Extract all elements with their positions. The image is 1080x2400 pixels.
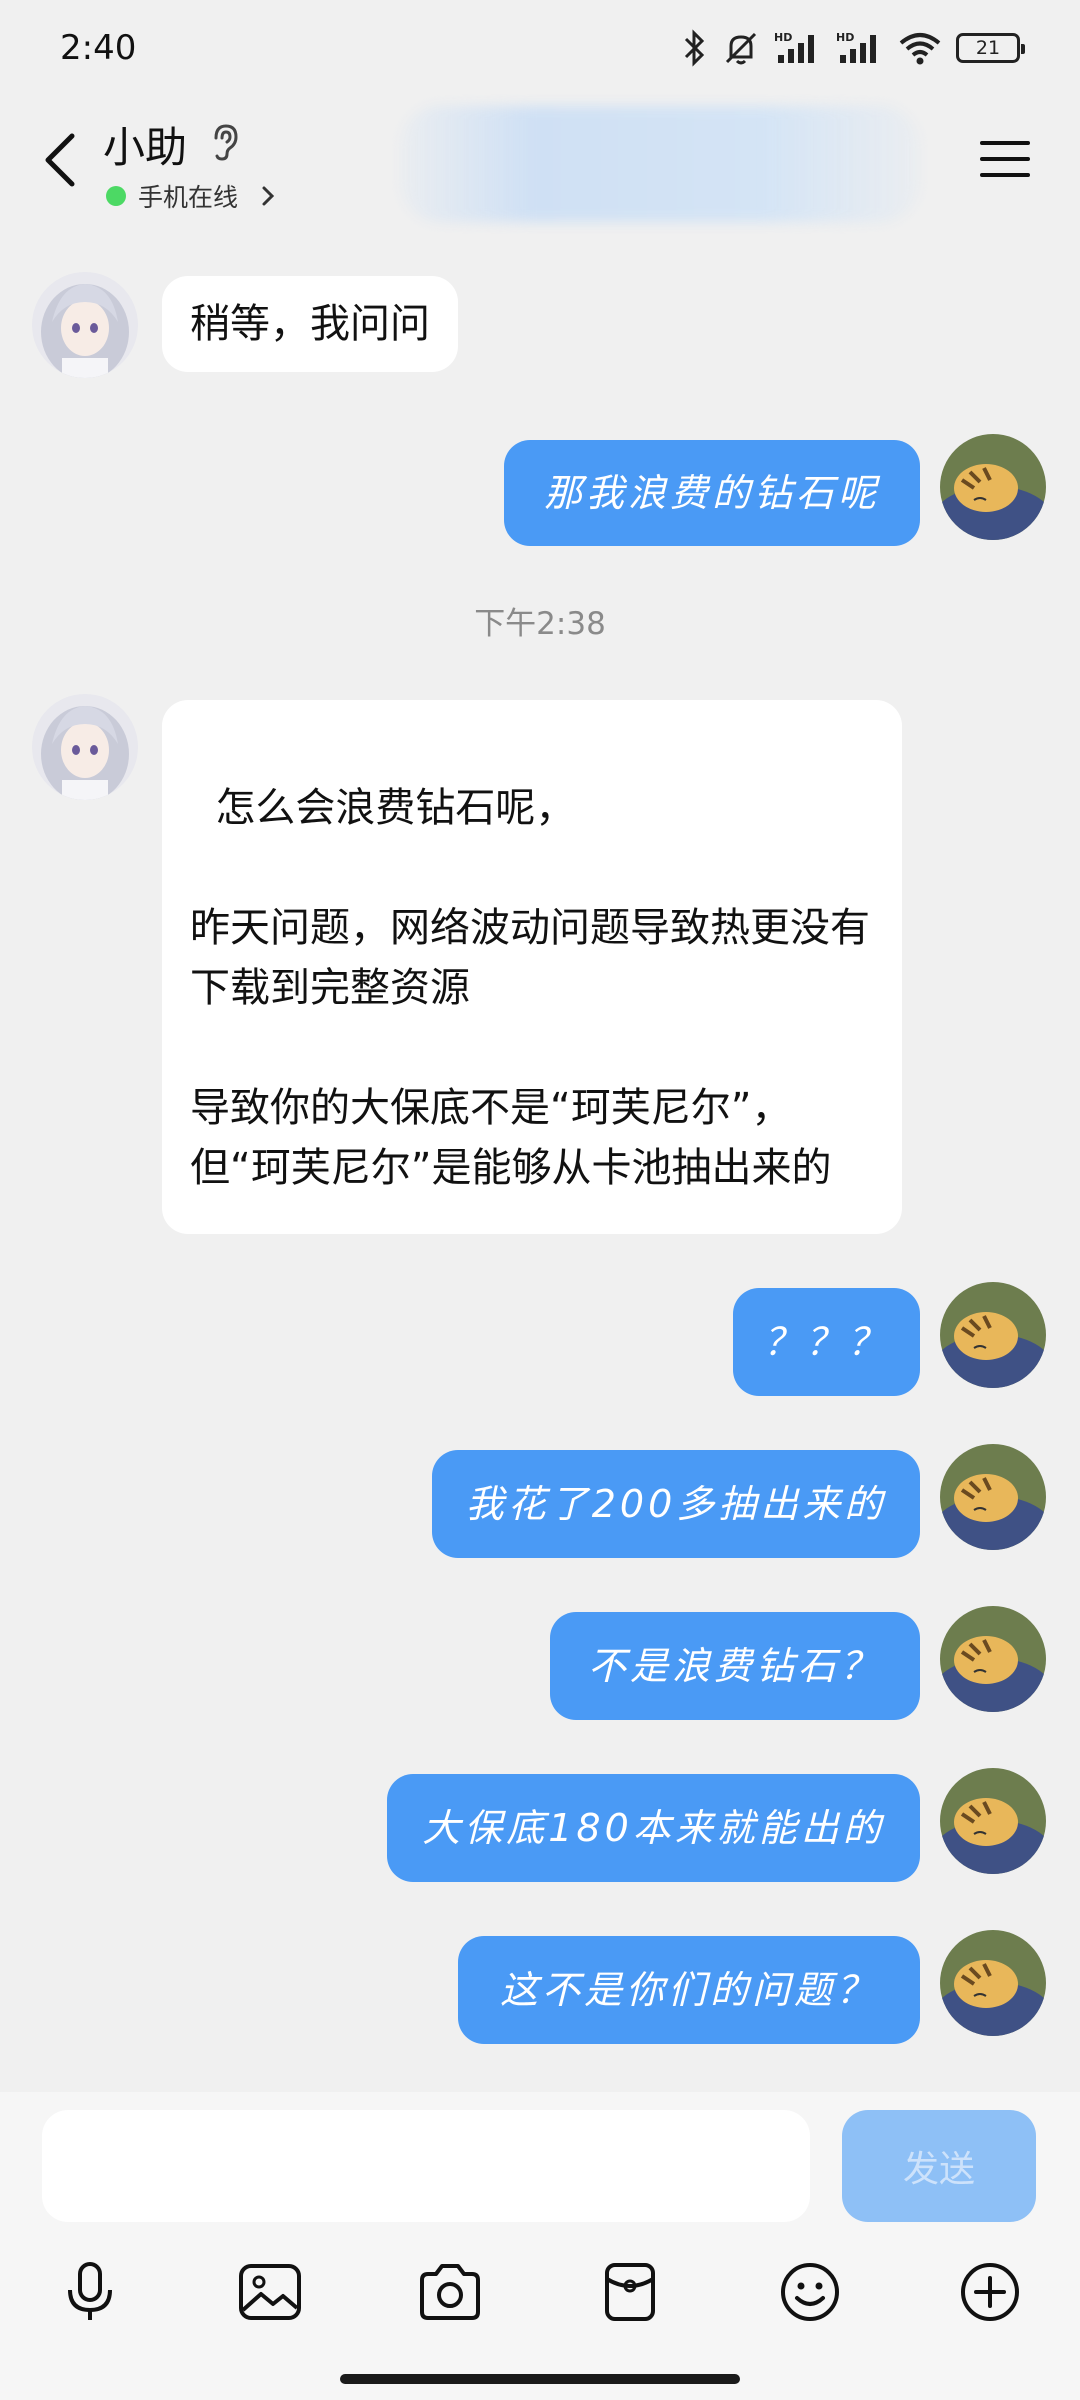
red-packet-icon	[605, 2263, 655, 2321]
message-text: 稍等，我问问	[190, 301, 430, 347]
message-text: 怎么会浪费钻石呢， 昨天问题，网络波动问题导致热更没有下载到完整资源 导致你的大…	[190, 785, 870, 1191]
input-area: 发送	[0, 2092, 1080, 2400]
svg-text:HD: HD	[836, 31, 854, 44]
battery-level: 21	[975, 37, 1001, 59]
status-icons: HD HD 21	[682, 29, 1025, 67]
home-indicator[interactable]	[340, 2374, 740, 2384]
image-button[interactable]	[225, 2247, 315, 2337]
online-dot	[106, 186, 126, 206]
outgoing-message[interactable]: 我花了200多抽出来的	[432, 1450, 920, 1558]
outgoing-message[interactable]: ？？？	[733, 1288, 920, 1396]
online-status[interactable]: 手机在线	[106, 178, 276, 214]
image-icon	[239, 2264, 301, 2320]
contact-name[interactable]: 小助	[103, 114, 187, 175]
my-avatar[interactable]	[940, 1444, 1046, 1550]
back-button[interactable]	[28, 120, 92, 200]
message-timestamp: 下午2:38	[474, 606, 606, 642]
my-avatar[interactable]	[940, 434, 1046, 540]
message-input[interactable]	[42, 2110, 810, 2222]
hamburger-menu-icon	[980, 141, 1030, 177]
camera-button[interactable]	[405, 2247, 495, 2337]
outgoing-message[interactable]: 不是浪费钻石？	[550, 1612, 920, 1720]
voice-button[interactable]	[45, 2247, 135, 2337]
battery-indicator: 21	[956, 33, 1025, 63]
chevron-right-icon	[262, 186, 275, 206]
contact-avatar[interactable]	[32, 272, 138, 378]
outgoing-message[interactable]: 大保底180本来就能出的	[387, 1774, 920, 1882]
my-avatar[interactable]	[940, 1606, 1046, 1712]
outgoing-message[interactable]: 那我浪费的钻石呢	[504, 440, 920, 546]
more-button[interactable]	[945, 2247, 1035, 2337]
signal-hd-icon-2: HD	[836, 31, 876, 63]
incoming-message[interactable]: 怎么会浪费钻石呢， 昨天问题，网络波动问题导致热更没有下载到完整资源 导致你的大…	[162, 700, 902, 1234]
message-text: 那我浪费的钻石呢	[543, 471, 880, 515]
microphone-icon	[68, 2262, 112, 2320]
incoming-message[interactable]: 稍等，我问问	[162, 276, 458, 372]
online-status-text: 手机在线	[138, 183, 239, 212]
status-bar: 2:40 HD HD 21	[0, 0, 1080, 96]
my-avatar[interactable]	[940, 1282, 1046, 1388]
blurred-banner	[400, 106, 920, 222]
message-text: 不是浪费钻石？	[587, 1644, 882, 1688]
back-arrow-icon	[45, 133, 75, 187]
my-avatar[interactable]	[940, 1930, 1046, 2036]
status-time: 2:40	[60, 28, 137, 68]
signal-hd-icon: HD	[774, 31, 814, 63]
svg-text:HD: HD	[774, 31, 792, 44]
contact-avatar[interactable]	[32, 694, 138, 800]
mute-bell-icon	[725, 32, 757, 65]
ear-icon[interactable]	[208, 122, 242, 162]
toolbar	[0, 2247, 1080, 2347]
send-button-label: 发送	[902, 2149, 975, 2190]
bluetooth-icon	[684, 29, 705, 67]
message-text: 我花了200多抽出来的	[465, 1482, 887, 1526]
camera-icon	[420, 2264, 480, 2320]
chat-header: 小助 手机在线	[0, 96, 1080, 236]
outgoing-message[interactable]: 这不是你们的问题？	[458, 1936, 920, 2044]
my-avatar[interactable]	[940, 1768, 1046, 1874]
plus-icon	[961, 2263, 1019, 2321]
menu-button[interactable]	[970, 124, 1040, 194]
emoji-icon	[781, 2263, 839, 2321]
wifi-icon	[899, 33, 941, 65]
emoji-button[interactable]	[765, 2247, 855, 2337]
message-text: ？？？	[763, 1320, 890, 1364]
send-button[interactable]: 发送	[842, 2110, 1036, 2222]
message-text: 这不是你们的问题？	[499, 1968, 878, 2012]
message-text: 大保底180本来就能出的	[422, 1806, 885, 1850]
red-packet-button[interactable]	[585, 2247, 675, 2337]
